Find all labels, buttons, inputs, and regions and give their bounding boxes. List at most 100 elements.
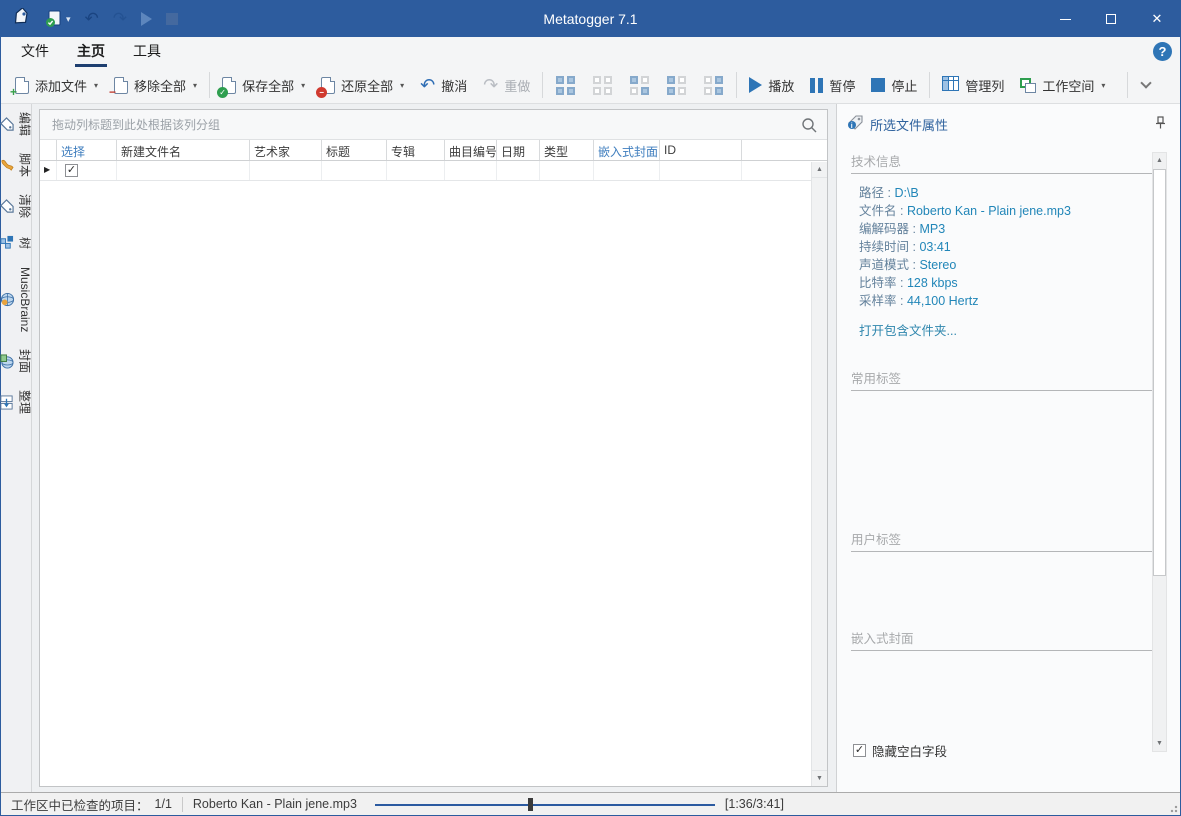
sidebar-item-edit[interactable]: + 编辑 bbox=[0, 112, 34, 136]
uncheck-selected-icon[interactable] bbox=[704, 76, 723, 95]
check-selected-icon[interactable] bbox=[667, 76, 686, 95]
scroll-down-icon[interactable]: ▼ bbox=[812, 770, 827, 786]
column-header-tracknumber[interactable]: 曲目编号 bbox=[445, 140, 497, 160]
seek-track[interactable] bbox=[375, 804, 715, 806]
column-header-id[interactable]: ID bbox=[660, 140, 742, 160]
remove-all-button[interactable]: − 移除全部 ▾ bbox=[106, 72, 205, 99]
remove-all-label: 移除全部 bbox=[134, 76, 186, 95]
sidebar-item-label: 树 bbox=[17, 237, 34, 249]
prop-duration: 持续时间 : 03:41 bbox=[859, 238, 1180, 256]
script-icon bbox=[0, 158, 14, 173]
stop-button[interactable]: 停止 bbox=[863, 72, 925, 99]
grid-vertical-scrollbar[interactable]: ▲ ▼ bbox=[811, 162, 827, 786]
sidebar-item-script[interactable]: 脚本 bbox=[0, 153, 34, 177]
restore-all-button[interactable]: − 还原全部 ▾ bbox=[313, 72, 412, 99]
column-header-genre[interactable]: 类型 bbox=[540, 140, 594, 160]
play-icon bbox=[749, 77, 762, 93]
section-technical-info: 技术信息 bbox=[851, 151, 1166, 174]
column-header-album[interactable]: 专辑 bbox=[387, 140, 445, 160]
open-containing-folder-link[interactable]: 打开包含文件夹... bbox=[859, 320, 957, 339]
sidebar-item-label: 编辑 bbox=[17, 112, 34, 136]
panel-vertical-scrollbar[interactable]: ▲ ▼ bbox=[1152, 152, 1167, 752]
properties-tag-icon: i bbox=[847, 114, 864, 135]
play-label: 播放 bbox=[768, 76, 794, 95]
maximize-button[interactable] bbox=[1088, 1, 1134, 37]
add-files-button[interactable]: + 添加文件 ▾ bbox=[7, 72, 106, 99]
table-row[interactable]: ▶ ✓ bbox=[40, 161, 827, 181]
manage-columns-button[interactable]: 管理列 bbox=[934, 72, 1012, 99]
collapse-ribbon-icon[interactable] bbox=[1141, 77, 1152, 88]
ribbon-separator bbox=[1127, 72, 1128, 98]
user-tags-empty-area bbox=[837, 552, 1180, 618]
pause-label: 暂停 bbox=[829, 76, 855, 95]
seek-thumb[interactable] bbox=[528, 798, 533, 811]
scroll-down-icon[interactable]: ▼ bbox=[1153, 736, 1166, 751]
tab-home[interactable]: 主页 bbox=[69, 36, 113, 67]
sidebar-item-tree[interactable]: 树 bbox=[0, 235, 34, 250]
row-checkbox[interactable]: ✓ bbox=[65, 164, 78, 177]
scroll-up-icon[interactable]: ▲ bbox=[1153, 153, 1166, 168]
common-tags-empty-area bbox=[837, 391, 1180, 519]
sidebar-item-musicbrainz[interactable]: MusicBrainz bbox=[0, 267, 32, 332]
hide-empty-fields-option[interactable]: ✓ 隐藏空白字段 bbox=[853, 741, 947, 760]
tree-icon bbox=[0, 235, 14, 250]
tab-tools[interactable]: 工具 bbox=[125, 36, 169, 67]
help-icon: ? bbox=[1159, 44, 1167, 59]
manage-columns-icon bbox=[942, 76, 959, 94]
tag-remove-icon: ✕ bbox=[0, 199, 14, 214]
panel-scrollbar-thumb[interactable] bbox=[1153, 169, 1166, 576]
group-by-hint: 拖动列标题到此处根据该列分组 bbox=[52, 116, 220, 133]
workspace-caret-icon[interactable]: ▾ bbox=[1101, 81, 1105, 90]
add-files-caret-icon[interactable]: ▾ bbox=[94, 81, 98, 90]
sidebar-item-label: 封面 bbox=[17, 349, 34, 373]
group-by-bar[interactable]: 拖动列标题到此处根据该列分组 bbox=[40, 110, 827, 140]
remove-all-caret-icon[interactable]: ▾ bbox=[193, 81, 197, 90]
metatogger-window: ▾ ↶ ↷ Metatogger 7.1 ✕ 文件 主页 工具 ? + 添加文件… bbox=[0, 0, 1181, 816]
column-header-artist[interactable]: 艺术家 bbox=[250, 140, 322, 160]
minimize-button[interactable] bbox=[1042, 1, 1088, 37]
check-all-icon[interactable] bbox=[556, 76, 575, 95]
tab-file[interactable]: 文件 bbox=[13, 36, 57, 67]
restore-all-caret-icon[interactable]: ▾ bbox=[400, 81, 404, 90]
properties-panel-header: i 所选文件属性 bbox=[837, 104, 1180, 141]
scroll-up-icon[interactable]: ▲ bbox=[812, 162, 827, 178]
resize-grip[interactable] bbox=[1168, 803, 1178, 813]
sidebar-item-cover[interactable]: 封面 bbox=[0, 349, 34, 373]
workspace-icon bbox=[1020, 78, 1036, 93]
save-all-button[interactable]: ✓ 保存全部 ▾ bbox=[214, 72, 313, 99]
sidebar-item-organize[interactable]: 整理 bbox=[0, 390, 34, 414]
help-button[interactable]: ? bbox=[1153, 42, 1172, 61]
save-all-caret-icon[interactable]: ▾ bbox=[301, 81, 305, 90]
play-button[interactable]: 播放 bbox=[741, 72, 802, 99]
prop-codec: 编解码器 : MP3 bbox=[859, 220, 1180, 238]
sidebar-item-label: MusicBrainz bbox=[18, 267, 32, 332]
sidebar-item-clean[interactable]: ✕ 清除 bbox=[0, 194, 34, 218]
hide-empty-checkbox[interactable]: ✓ bbox=[853, 744, 866, 757]
quick-access-toolbar: ▾ ↶ ↷ bbox=[1, 8, 178, 31]
pin-icon[interactable] bbox=[1155, 116, 1166, 134]
checkmark-icon: ✓ bbox=[67, 165, 76, 176]
invert-check-icon[interactable] bbox=[630, 76, 649, 95]
save-dropdown-caret-icon[interactable]: ▾ bbox=[66, 14, 71, 25]
ribbon-toolbar: + 添加文件 ▾ − 移除全部 ▾ ✓ 保存全部 ▾ − 还原全部 ▾ ↶ 撤消… bbox=[1, 67, 1180, 104]
quick-stop-icon bbox=[166, 13, 178, 25]
app-tag-icon bbox=[11, 8, 31, 31]
prop-channel-mode: 声道模式 : Stereo bbox=[859, 256, 1180, 274]
quick-save-all-button[interactable]: ▾ bbox=[45, 10, 71, 28]
column-header-new-filename[interactable]: 新建文件名 bbox=[117, 140, 250, 160]
quick-play-icon[interactable] bbox=[141, 12, 152, 26]
section-common-tags: 常用标签 bbox=[851, 368, 1166, 391]
pause-button[interactable]: 暂停 bbox=[802, 72, 863, 99]
close-button[interactable]: ✕ bbox=[1134, 1, 1180, 37]
column-header-title[interactable]: 标题 bbox=[322, 140, 387, 160]
search-icon[interactable] bbox=[801, 117, 817, 136]
quick-undo-icon[interactable]: ↶ bbox=[85, 9, 99, 29]
workspace-button[interactable]: 工作空间 ▾ bbox=[1012, 72, 1113, 99]
undo-button[interactable]: ↶ 撤消 bbox=[412, 72, 475, 99]
seek-slider[interactable] bbox=[375, 798, 715, 811]
ribbon-tab-row: 文件 主页 工具 ? bbox=[1, 37, 1180, 67]
column-header-date[interactable]: 日期 bbox=[497, 140, 540, 160]
ribbon-separator bbox=[736, 72, 737, 98]
column-header-embedded-cover[interactable]: 嵌入式封面 bbox=[594, 140, 660, 160]
column-header-select[interactable]: 选择 bbox=[57, 140, 117, 160]
